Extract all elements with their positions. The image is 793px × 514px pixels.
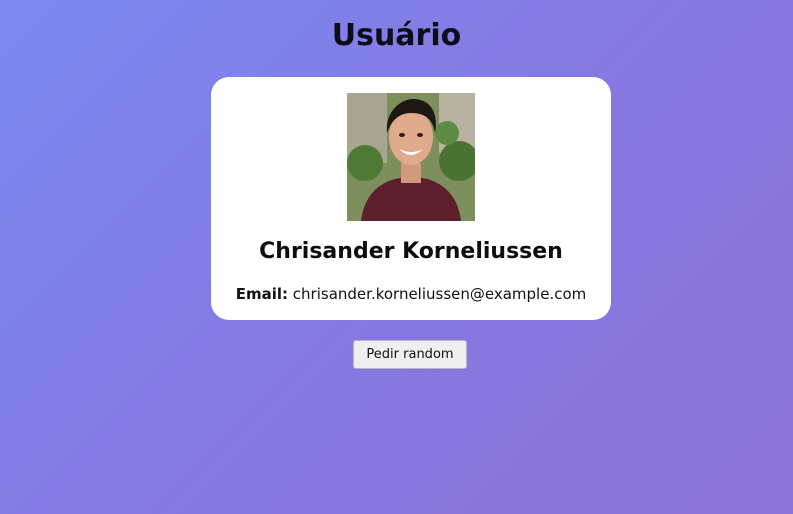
email-label: Email: <box>235 285 289 303</box>
user-email: chrisander.korneliussen@example.com <box>292 285 587 303</box>
page-title: Usuário <box>331 18 462 53</box>
user-photo <box>347 93 475 221</box>
random-user-button[interactable]: Pedir random <box>353 340 467 369</box>
user-photo-image <box>347 93 475 221</box>
user-name: Chrisander Korneliussen <box>259 239 563 264</box>
user-email-line: Email: chrisander.korneliussen@example.c… <box>211 285 611 303</box>
user-card: Chrisander Korneliussen Email: chrisande… <box>211 77 611 320</box>
